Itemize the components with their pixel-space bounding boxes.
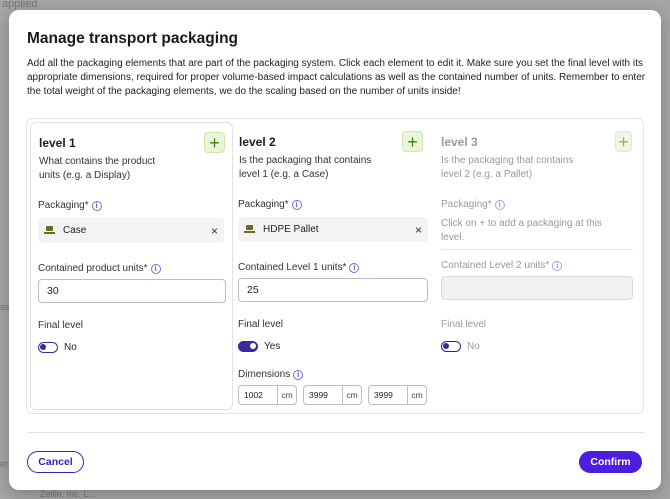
add-packaging-button[interactable]: + [402,131,423,152]
level-title: level 2 [239,135,276,149]
dimension-unit: cm [407,386,426,404]
packaging-name: HDPE Pallet [263,224,319,235]
level-subtitle: Is the packaging that contains level 2 (… [441,155,574,180]
info-icon[interactable]: i [552,260,563,271]
transport-packaging-dialog: Manage transport packaging Add all the p… [9,10,661,490]
pallet-icon [244,225,255,234]
info-icon[interactable]: i [349,262,360,273]
packaging-label-text: Packaging* [441,199,492,210]
final-level-toggle[interactable]: No [441,341,480,352]
toggle-switch[interactable] [38,342,58,353]
dimension-value: 3999 [374,390,393,400]
divider [441,249,633,250]
dimension-height-input[interactable]: 3999 cm [368,385,427,405]
level-2-panel[interactable]: level 2 + Is the packaging that contains… [233,119,435,413]
final-level-label: Final level [441,319,487,330]
units-label-text: Contained Level 1 units* [238,262,347,273]
dimension-width-input[interactable]: 3999 cm [303,385,362,405]
backdrop-text: Zeilin, Inc. L... [40,489,97,499]
info-icon[interactable]: i [494,199,505,210]
toggle-state: Yes [264,341,281,352]
packaging-chip[interactable]: HDPE Pallet × [238,217,428,242]
toggle-state: No [467,341,480,352]
packaging-label-text: Packaging* [38,200,89,211]
level-subtitle: What contains the product units (e.g. a … [39,156,156,181]
plus-icon: + [407,131,418,152]
add-packaging-button[interactable]: + [615,131,632,152]
backdrop-text: applied [2,0,38,10]
footer-divider [27,432,645,433]
add-packaging-button[interactable]: + [204,132,225,153]
level-title: level 3 [441,135,478,149]
level-1-panel[interactable]: level 1 + What contains the product unit… [30,122,233,410]
dimensions-label: Dimensions i [238,369,304,380]
dimension-value: 3999 [309,390,328,400]
packaging-label: Packaging* i [38,200,102,211]
units-label: Contained Level 2 units* i [441,260,563,271]
units-input[interactable] [441,276,633,300]
final-level-label: Final level [238,319,284,330]
dimension-value: 1002 [244,390,263,400]
levels-container: level 1 + What contains the product unit… [26,118,644,414]
packaging-hint: Click on + to add a packaging at this le… [441,218,602,243]
packaging-label-text: Packaging* [238,199,289,210]
level-subtitle: Is the packaging that contains level 1 (… [239,155,372,180]
toggle-state: No [64,342,77,353]
units-label: Contained Level 1 units* i [238,262,360,273]
dimension-length-input[interactable]: 1002 cm [238,385,297,405]
units-label-text: Contained product units* [38,263,148,274]
dialog-description: Add all the packaging elements that are … [27,58,646,98]
info-icon[interactable]: i [293,369,304,380]
final-level-label: Final level [38,320,84,331]
packaging-label: Packaging* i [238,199,302,210]
pallet-icon [44,226,55,235]
units-label: Contained product units* i [38,263,161,274]
units-input[interactable]: 25 [238,278,428,302]
units-input[interactable]: 30 [38,279,226,303]
units-label-text: Contained Level 2 units* [441,260,550,271]
packaging-label: Packaging* i [441,199,505,210]
final-level-toggle[interactable]: Yes [238,341,280,352]
info-icon[interactable]: i [150,263,161,274]
dimension-unit: cm [277,386,296,404]
plus-icon: + [618,131,629,152]
toggle-switch[interactable] [238,341,258,352]
packaging-name: Case [63,225,87,236]
level-3-panel[interactable]: level 3 + Is the packaging that contains… [435,119,639,413]
close-icon[interactable]: × [415,223,422,237]
info-icon[interactable]: i [291,199,302,210]
packaging-chip[interactable]: Case × [38,218,224,243]
dimensions-label-text: Dimensions [238,369,291,380]
toggle-switch[interactable] [441,341,461,352]
final-level-toggle[interactable]: No [38,342,77,353]
confirm-button[interactable]: Confirm [579,451,642,473]
dimension-unit: cm [342,386,361,404]
plus-icon: + [209,132,220,153]
close-icon[interactable]: × [211,224,218,238]
backdrop-text: et [0,459,8,469]
cancel-button[interactable]: Cancel [27,451,84,473]
dialog-title: Manage transport packaging [27,30,239,47]
info-icon[interactable]: i [91,200,102,211]
level-title: level 1 [39,136,76,150]
dimensions-inputs: 1002 cm 3999 cm 3999 cm [238,385,427,405]
